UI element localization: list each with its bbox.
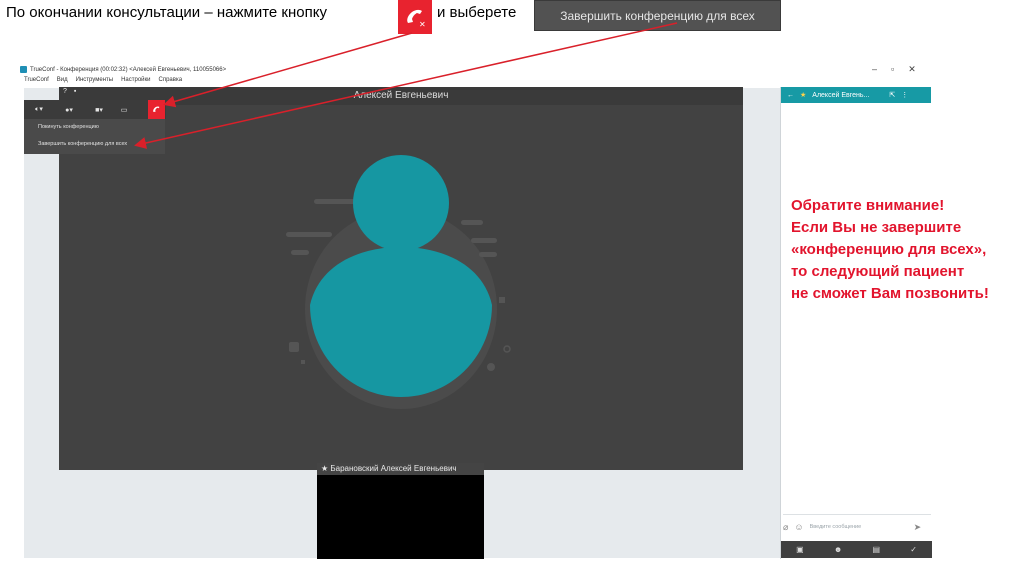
panel-divider: [780, 87, 781, 559]
mic-icon: ●▾: [65, 106, 73, 114]
camera-button[interactable]: ■▾: [84, 100, 114, 119]
contacts-icon[interactable]: ▣: [796, 545, 804, 554]
menu-view[interactable]: Вид: [57, 77, 68, 83]
attach-icon[interactable]: ⌀: [783, 522, 788, 533]
hangup-icon: [153, 106, 160, 113]
camera-icon: ■▾: [95, 106, 103, 114]
self-video-title: ★ Баранoвский Алексей Евгеньевич: [317, 463, 484, 475]
minimize-button[interactable]: –: [872, 64, 877, 75]
self-video: [317, 475, 484, 559]
record-icon[interactable]: ▪: [74, 88, 76, 95]
side-panel-header: ← ★ Алексей Евгень... ⇱ ⋮: [781, 87, 931, 103]
notice-line: Обратите внимание!: [791, 197, 945, 214]
more-icon[interactable]: ⋮: [901, 91, 908, 99]
svg-text:✕: ✕: [419, 20, 426, 29]
speaker-icon: 🔈︎▾: [35, 106, 43, 113]
open-external-icon[interactable]: ⇱: [889, 91, 895, 99]
mic-button[interactable]: ●▾: [54, 100, 84, 119]
instruction-text-choose: и выберете: [437, 4, 517, 21]
warning-notice: Обратите внимание! Если Вы не завершите …: [791, 195, 989, 305]
menu-help[interactable]: Справка: [159, 77, 183, 83]
self-video-name: Баранoвский Алексей Евгеньевич: [330, 464, 457, 473]
chat-input-row: ⌀ ☺ Введите сообщение ➤: [783, 518, 931, 536]
maximize-button[interactable]: ▫: [891, 64, 894, 75]
app-logo-icon: [20, 66, 27, 73]
window-controls: – ▫ ✕: [872, 64, 916, 75]
files-icon[interactable]: ✓: [910, 545, 917, 554]
hangup-icon: ✕: [407, 9, 426, 29]
info-icon[interactable]: ?: [63, 88, 67, 95]
notice-line: «конференцию для всех»,: [791, 241, 987, 258]
leave-conference-item[interactable]: Покинуть конференцию: [24, 119, 165, 136]
participants-icon[interactable]: ☻: [834, 545, 842, 554]
notice-line: не сможет Вам позвонить!: [791, 285, 989, 302]
notice-line: то следующий пациент: [791, 263, 965, 280]
chat-input[interactable]: Введите сообщение: [810, 524, 908, 530]
end-for-all-item[interactable]: Завершить конференцию для всех: [24, 136, 165, 153]
instruction-text: По окончании консультации – нажмите кноп…: [6, 4, 327, 21]
notice-line: Если Вы не завершите: [791, 219, 962, 236]
contact-name: Алексей Евгень...: [812, 91, 870, 99]
close-button[interactable]: ✕: [908, 64, 916, 75]
star-icon: ★: [800, 92, 807, 99]
chat-icon[interactable]: ▤: [872, 545, 880, 554]
menu-trueconf[interactable]: TrueConf: [24, 77, 49, 83]
menu-settings[interactable]: Настройки: [121, 77, 150, 83]
call-toolbar: 🔈︎▾ ●▾ ■▾ ▭: [24, 100, 166, 119]
emoji-icon[interactable]: ☺: [794, 522, 803, 532]
chat-separator: [783, 514, 931, 515]
window-title-text: TrueConf - Конференция (00:02:32) <Алекс…: [30, 66, 227, 73]
end-for-all-sample-button: Завершить конференцию для всех: [534, 0, 781, 31]
screen-share-icon: ▭: [120, 106, 128, 114]
send-icon[interactable]: ➤: [914, 522, 922, 533]
hangup-button[interactable]: [148, 100, 165, 119]
window-title: TrueConf - Конференция (00:02:32) <Алекс…: [20, 66, 226, 73]
side-panel-tabs: ▣ ☻ ▤ ✓: [781, 541, 932, 558]
screen-share-button[interactable]: ▭: [114, 100, 134, 119]
back-arrow-icon[interactable]: ←: [787, 92, 794, 99]
toolbar-top-icons: ? ▪: [63, 88, 76, 95]
menu-tools[interactable]: Инструменты: [76, 77, 113, 83]
star-icon: ★: [321, 464, 329, 473]
hangup-dropdown: Покинуть конференцию Завершить конференц…: [24, 119, 165, 154]
hangup-button-sample: ✕: [398, 0, 432, 34]
menu-bar: TrueConf Вид Инструменты Настройки Справ…: [24, 77, 182, 83]
speaker-button[interactable]: 🔈︎▾: [24, 100, 54, 119]
